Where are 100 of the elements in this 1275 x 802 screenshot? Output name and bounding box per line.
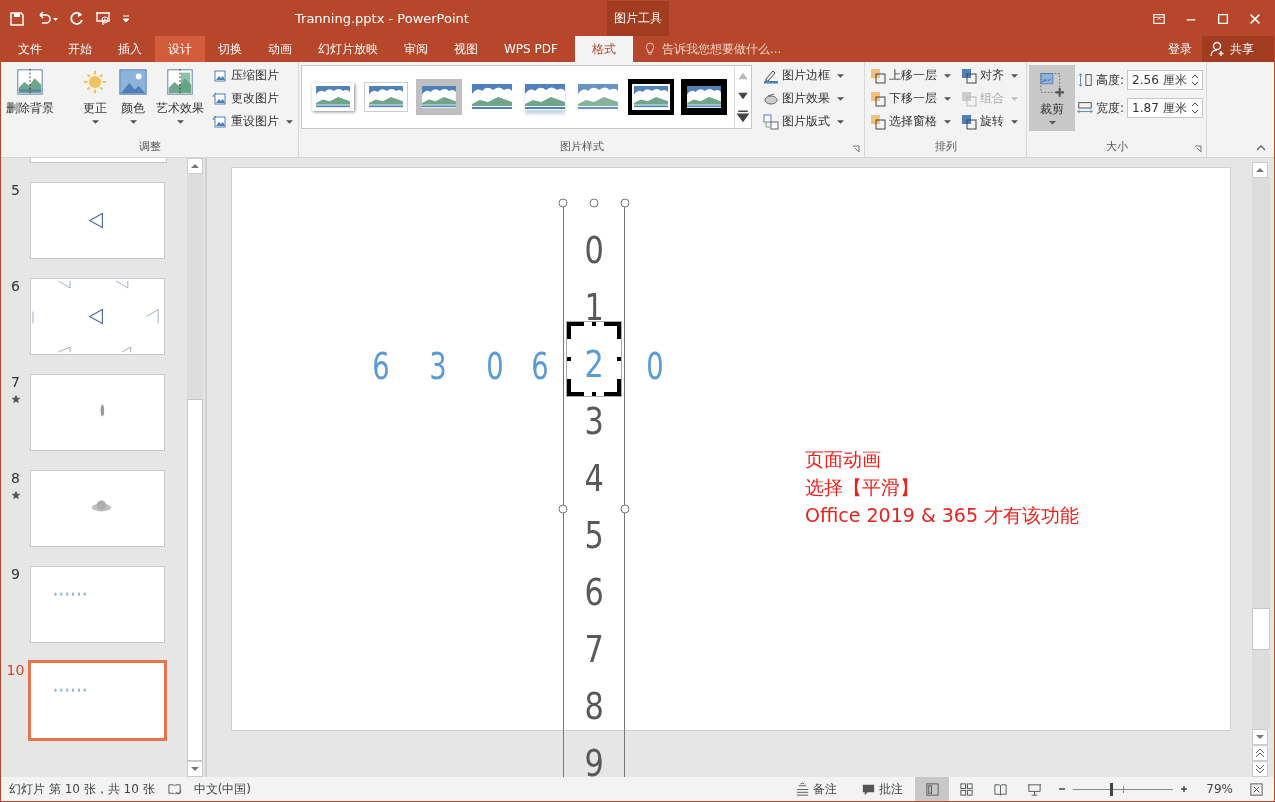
scroll-up-icon[interactable] — [187, 158, 203, 174]
maximize-icon[interactable] — [1216, 11, 1230, 26]
ribbon-tab[interactable]: 格式 — [574, 36, 633, 62]
ribbon-tab[interactable]: 动画 — [255, 36, 305, 62]
picture-style-option[interactable] — [681, 79, 727, 115]
arrange-button[interactable]: 下移一层 — [867, 88, 954, 109]
feather-drawing — [100, 404, 105, 417]
picture-command-button[interactable]: 重设图片 — [209, 111, 296, 132]
width-field[interactable]: 1.87 厘米 — [1127, 98, 1204, 118]
slide-note: 选择【平滑】 — [805, 475, 920, 500]
arrange-button[interactable]: 旋转 — [958, 111, 1021, 132]
scroll-down-icon[interactable] — [187, 761, 203, 777]
dots-drawing — [54, 688, 86, 692]
notes-icon — [795, 781, 810, 797]
picture-command-button[interactable]: 更改图片 — [209, 88, 296, 109]
scroll-down-icon[interactable] — [1252, 729, 1268, 745]
picture-icon — [212, 113, 228, 130]
caret-icon — [1011, 73, 1018, 78]
slide-thumbnail[interactable] — [28, 660, 167, 741]
customize-icon[interactable] — [121, 13, 131, 24]
digit: 2 — [584, 341, 604, 388]
next-slide-icon[interactable] — [1252, 761, 1268, 777]
group-label: 大小 — [1105, 139, 1128, 155]
zoom-level[interactable]: 79% — [1201, 782, 1233, 796]
picture-style-option[interactable] — [628, 79, 674, 115]
presenter-icon — [1026, 781, 1042, 797]
arrange-button[interactable]: 选择窗格 — [867, 111, 954, 132]
ribbon-tab[interactable]: 文件 — [5, 36, 55, 62]
height-field[interactable]: 2.56 厘米 — [1127, 70, 1204, 90]
spellcheck-icon[interactable] — [166, 781, 182, 797]
picture-format-button[interactable]: 图片版式 — [760, 111, 847, 132]
ribbon-tab[interactable]: 设计 — [155, 36, 205, 62]
ribbon-tab[interactable]: 幻灯片放映 — [305, 36, 391, 62]
share-button[interactable]: 共享 — [1202, 36, 1274, 62]
picture-format-button[interactable]: 图片效果 — [760, 88, 847, 109]
sign-in-link[interactable]: 登录 — [1158, 36, 1202, 62]
ribbon-tab[interactable]: 视图 — [441, 36, 491, 62]
crop-frame-drawing[interactable] — [566, 321, 622, 397]
slide-thumbnail[interactable] — [30, 470, 165, 547]
ribbon-tab[interactable]: 切换 — [205, 36, 255, 62]
picture-format-button[interactable]: 图片边框 — [760, 65, 847, 86]
notes-button[interactable]: 备注 — [789, 779, 843, 799]
height-icon — [1077, 72, 1093, 88]
view-button[interactable] — [915, 777, 949, 801]
tell-me-field[interactable]: 告诉我您想要做什么... — [659, 41, 814, 57]
picture-command-button[interactable]: 压缩图片 — [209, 65, 296, 86]
caret-icon — [944, 96, 951, 101]
caret-icon — [837, 96, 844, 101]
scroll-up-icon[interactable] — [1252, 162, 1268, 178]
adjust-dropdown-button[interactable]: 艺术效果 — [153, 65, 207, 126]
landscape-icon — [632, 84, 670, 110]
normal-view-icon — [924, 781, 940, 797]
presentation-icon[interactable] — [95, 10, 111, 27]
ribbon-tab[interactable]: WPS PDF — [491, 36, 571, 62]
zoom-slider-thumb[interactable] — [1110, 783, 1113, 796]
slide-number: 9 — [11, 566, 20, 582]
arrange-button[interactable]: 上移一层 — [867, 65, 954, 86]
spin-arrows-icon[interactable] — [1191, 73, 1200, 87]
zoom-slider[interactable] — [1073, 782, 1173, 796]
triangle-drawing — [88, 212, 103, 229]
dialog-launcher-icon[interactable] — [1194, 145, 1202, 153]
arrange-icon — [870, 90, 886, 107]
caret-icon — [286, 119, 293, 124]
selection-handles-drawing[interactable] — [558, 198, 630, 514]
previous-slide-icon[interactable] — [1252, 745, 1268, 761]
adjust-dropdown-button[interactable]: 更正 — [77, 65, 113, 126]
language-indicator[interactable]: 中文(中国) — [193, 780, 251, 798]
digit: 4 — [584, 455, 604, 502]
collapse-ribbon-icon[interactable] — [1256, 145, 1266, 151]
ribbon-tab[interactable]: 审阅 — [391, 36, 441, 62]
landscape-icon — [687, 86, 721, 108]
slide-thumbnail[interactable] — [30, 374, 165, 451]
ribbon-tab[interactable]: 开始 — [55, 36, 105, 62]
landscape-icon — [365, 83, 407, 111]
comments-button[interactable]: 批注 — [855, 779, 909, 799]
digit: 7 — [584, 626, 604, 673]
picture-icon — [212, 67, 228, 84]
spin-arrows-icon[interactable] — [1191, 101, 1200, 115]
scrollbar-thumb[interactable] — [1252, 608, 1270, 650]
caret-icon — [129, 120, 137, 124]
caret-icon — [1011, 96, 1018, 101]
zoom-in-icon[interactable] — [1179, 784, 1189, 794]
fit-to-window-icon[interactable] — [1249, 781, 1264, 797]
scrollbar-thumb[interactable] — [187, 399, 203, 761]
slide-thumbnail[interactable] — [30, 566, 165, 643]
slide-thumbnail[interactable] — [30, 182, 165, 259]
redo-icon[interactable] — [69, 10, 85, 27]
crop-button[interactable]: 裁剪 — [1029, 65, 1075, 131]
picture-icon — [212, 90, 228, 107]
arrange-button[interactable]: 对齐 — [958, 65, 1021, 86]
close-icon[interactable] — [1248, 11, 1262, 26]
adjust-dropdown-button[interactable]: 颜色 — [115, 65, 151, 126]
remove-background-button[interactable]: 删除背景 — [3, 65, 57, 119]
ribbon-display-icon[interactable] — [1152, 11, 1166, 26]
ribbon-tab[interactable]: 插入 — [105, 36, 155, 62]
dialog-launcher-icon[interactable] — [852, 145, 860, 153]
digit: 8 — [584, 683, 604, 730]
picture-icon — [118, 67, 148, 97]
save-icon[interactable] — [9, 10, 25, 27]
width-icon — [1077, 100, 1093, 116]
